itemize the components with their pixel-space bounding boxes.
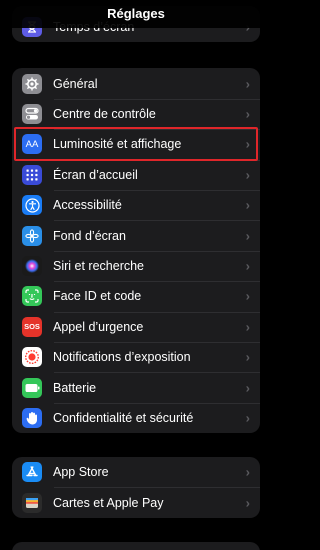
wallet-icon [22, 492, 42, 513]
battery-icon [22, 377, 42, 398]
settings-row-control-center[interactable]: Centre de contrôle › [12, 98, 260, 129]
settings-row-home-screen[interactable]: Écran d’accueil › [12, 159, 260, 190]
accessibility-icon [22, 195, 42, 216]
settings-row-wallpaper[interactable]: Fond d’écran › [12, 220, 260, 250]
settings-row-battery[interactable]: Batterie › [12, 372, 260, 402]
exposure-icon [22, 347, 42, 368]
chevron-right-icon: › [245, 380, 250, 396]
settings-row-label: Accessibilité [53, 198, 122, 213]
settings-group-store: App Store › Cartes et Apple Pay › [12, 457, 260, 518]
chevron-right-icon: › [245, 167, 250, 183]
settings-row-label: Face ID et code [53, 289, 142, 304]
settings-row-siri-search[interactable]: Siri et recherche › [12, 250, 260, 281]
settings-row-general[interactable]: Général › [12, 69, 260, 99]
settings-row-exposure-notifications[interactable]: Notifications d’exposition › [12, 342, 260, 372]
chevron-right-icon: › [245, 228, 250, 244]
flower-icon [22, 225, 42, 246]
settings-row-label: Appel d’urgence [53, 319, 144, 334]
gear-icon [22, 73, 42, 94]
settings-row-label: App Store [53, 465, 109, 480]
settings-row-emergency-sos[interactable]: SOS Appel d’urgence › [12, 311, 260, 342]
selection-highlight [14, 127, 258, 161]
settings-row-accessibility[interactable]: Accessibilité › [12, 190, 260, 220]
chevron-right-icon: › [245, 349, 250, 365]
face-id-icon [22, 286, 42, 307]
chevron-right-icon: › [245, 106, 250, 122]
siri-icon [22, 256, 42, 277]
settings-group-main: Général › Centre de contrôle › AA Lumino… [12, 68, 260, 433]
settings-row-label: Notifications d’exposition [53, 350, 191, 365]
app-store-icon [22, 462, 42, 483]
hand-icon [22, 407, 42, 428]
settings-row-label: Fond d’écran [53, 228, 126, 243]
settings-group-bottom-partial [12, 542, 260, 550]
settings-row-label: Siri et recherche [53, 259, 145, 274]
chevron-right-icon: › [245, 464, 250, 480]
chevron-right-icon: › [245, 197, 250, 213]
settings-row-label: Batterie [53, 380, 97, 395]
chevron-right-icon: › [245, 495, 250, 511]
chevron-right-icon: › [245, 76, 250, 92]
page-title: Réglages [0, 0, 272, 28]
settings-row-label: Général [53, 76, 98, 91]
settings-row-wallet[interactable]: Cartes et Apple Pay › [12, 487, 260, 517]
chevron-right-icon: › [245, 258, 250, 274]
home-grid-icon [22, 164, 42, 185]
settings-row-label: Centre de contrôle [53, 107, 156, 122]
chevron-right-icon: › [245, 288, 250, 304]
chevron-right-icon: › [245, 319, 250, 335]
chevron-right-icon: › [245, 410, 250, 426]
settings-row-app-store[interactable]: App Store › [12, 457, 260, 487]
settings-row-partial[interactable] [12, 542, 260, 550]
settings-row-privacy[interactable]: Confidentialité et sécurité › [12, 402, 260, 433]
settings-row-label: Écran d’accueil [53, 167, 138, 182]
sos-icon: SOS [22, 316, 42, 337]
settings-row-face-id[interactable]: Face ID et code › [12, 281, 260, 311]
settings-row-label: Cartes et Apple Pay [53, 495, 164, 510]
settings-row-label: Confidentialité et sécurité [53, 410, 194, 425]
toggles-icon [22, 104, 42, 125]
